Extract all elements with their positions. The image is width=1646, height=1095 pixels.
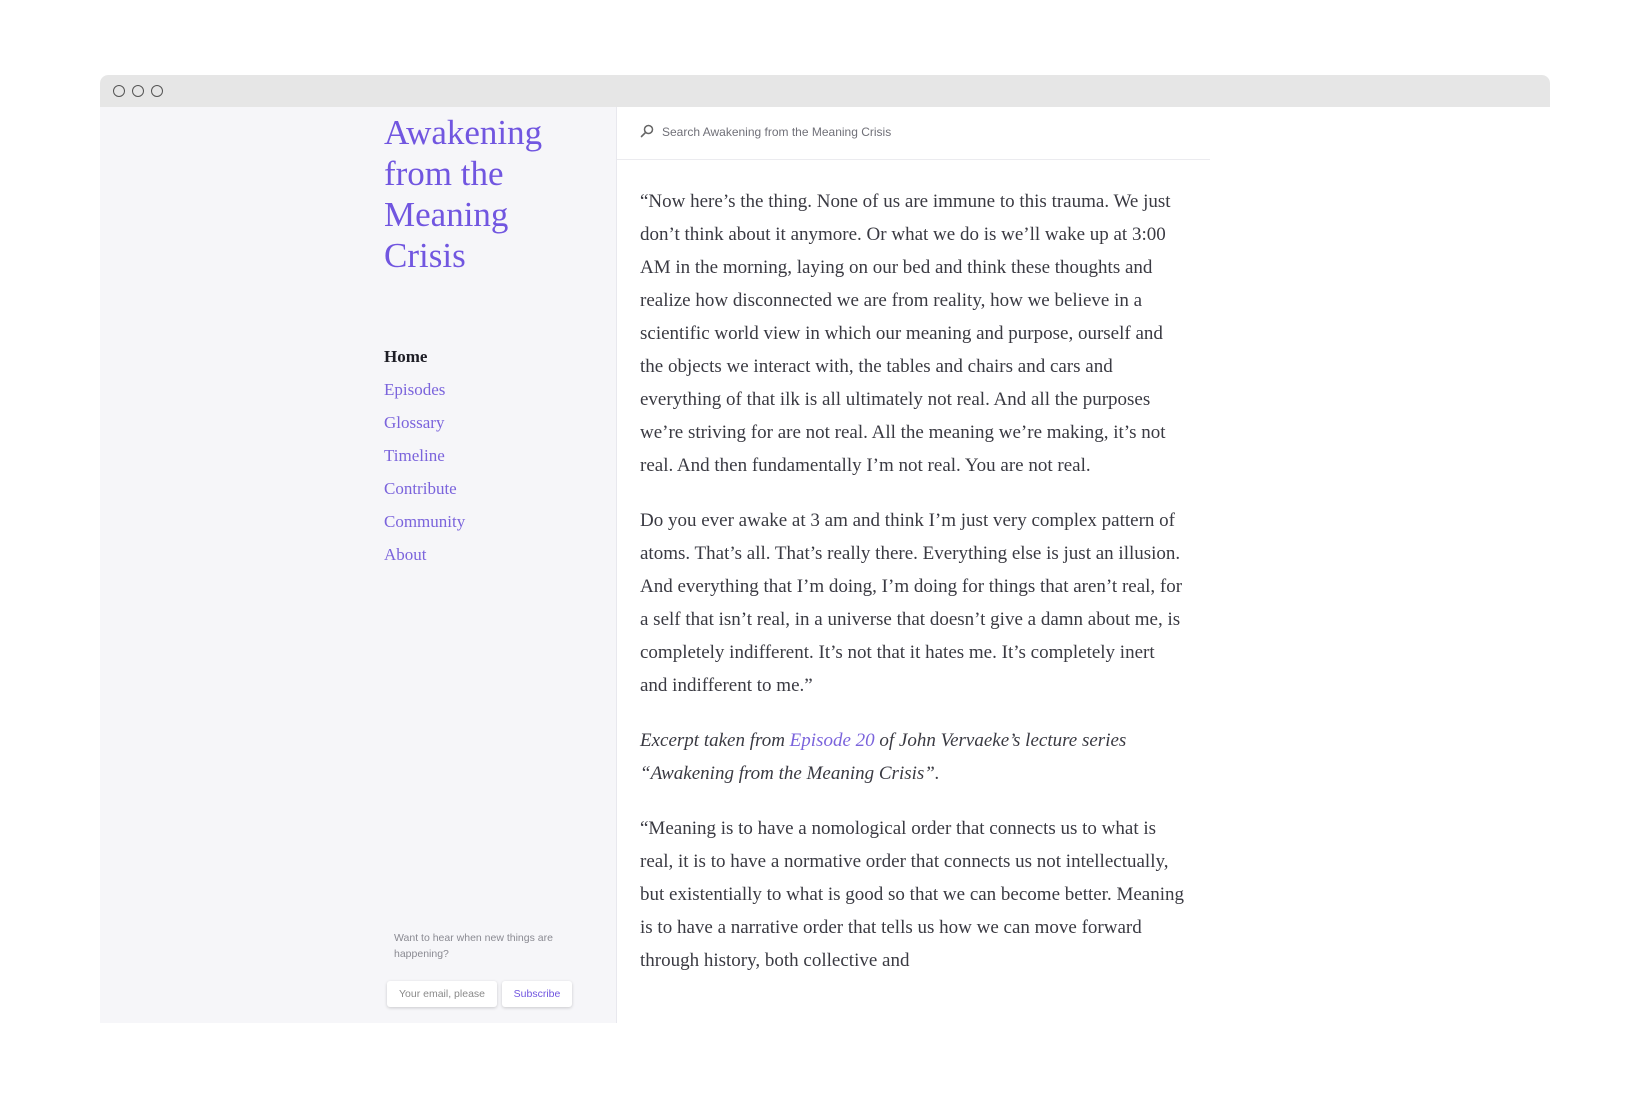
sidebar: Awakening from the Meaning Crisis Home E…	[100, 107, 617, 1023]
window-close-button[interactable]	[113, 85, 125, 97]
nav-link-episodes[interactable]: Episodes	[384, 380, 445, 399]
episode-20-link[interactable]: Episode 20	[790, 730, 875, 751]
nav-item-timeline: Timeline	[384, 444, 465, 477]
nav-item-community: Community	[384, 510, 465, 543]
main-nav: Home Episodes Glossary Timeline Contribu…	[384, 345, 465, 576]
nav-link-timeline[interactable]: Timeline	[384, 446, 445, 465]
nav-item-glossary: Glossary	[384, 411, 465, 444]
window-minimize-button[interactable]	[132, 85, 144, 97]
nav-item-contribute: Contribute	[384, 477, 465, 510]
nav-link-community[interactable]: Community	[384, 512, 465, 531]
quote-paragraph-3: “Meaning is to have a nomological order …	[640, 818, 1185, 971]
window-titlebar	[100, 75, 1550, 107]
subscribe-prompt: Want to hear when new things are happeni…	[394, 932, 553, 960]
nav-item-home: Home	[384, 345, 465, 378]
main-content: “Now here’s the thing. None of us are im…	[640, 185, 1185, 999]
nav-item-about: About	[384, 543, 465, 576]
search-input[interactable]	[662, 120, 1162, 144]
quote-paragraph-1: “Now here’s the thing. None of us are im…	[640, 191, 1171, 476]
nav-item-episodes: Episodes	[384, 378, 465, 411]
excerpt-attribution: Excerpt taken from Episode 20 of John Ve…	[640, 724, 1185, 790]
nav-link-contribute[interactable]: Contribute	[384, 479, 457, 498]
window-maximize-button[interactable]	[151, 85, 163, 97]
excerpt-prefix: Excerpt taken from	[640, 730, 790, 751]
search-bar	[617, 107, 1210, 160]
nav-link-glossary[interactable]: Glossary	[384, 413, 444, 432]
email-field[interactable]	[387, 981, 497, 1007]
search-icon	[640, 124, 654, 138]
quote-paragraph-2: Do you ever awake at 3 am and think I’m …	[640, 510, 1183, 696]
nav-link-home[interactable]: Home	[384, 347, 427, 366]
nav-link-about[interactable]: About	[384, 545, 427, 564]
subscribe-button[interactable]: Subscribe	[502, 981, 572, 1007]
site-title[interactable]: Awakening from the Meaning Crisis	[384, 112, 584, 276]
browser-window: Awakening from the Meaning Crisis Home E…	[100, 75, 1550, 1023]
